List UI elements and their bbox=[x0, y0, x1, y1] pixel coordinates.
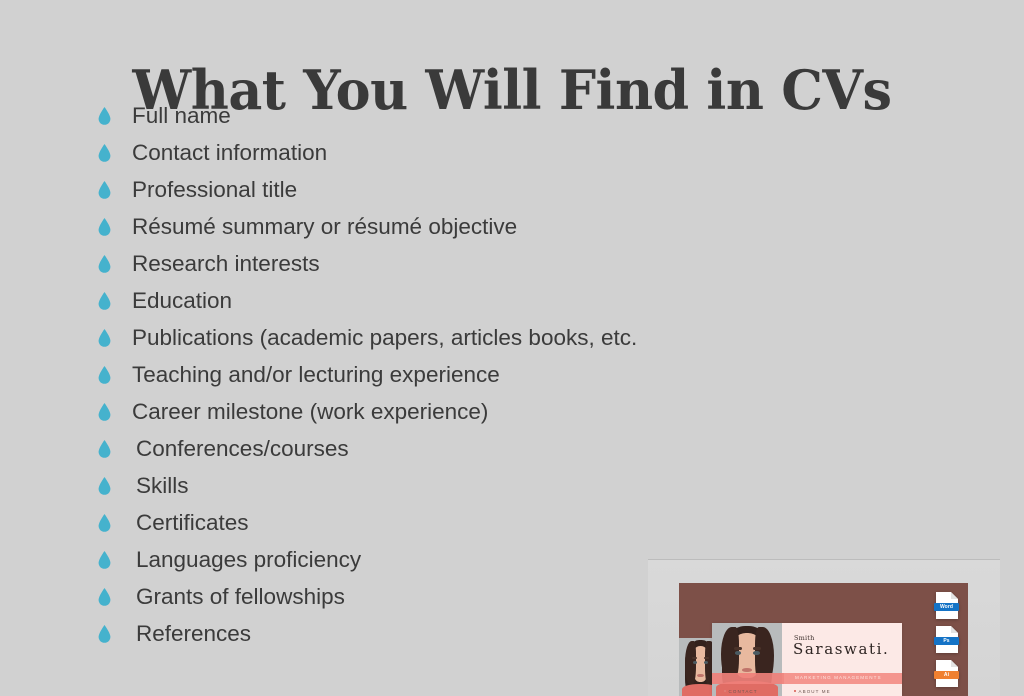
water-drop-bullet-icon bbox=[98, 440, 111, 458]
list-item-label: Education bbox=[132, 288, 233, 313]
preview-role-text: MARKETING MANAGEMENTS bbox=[795, 675, 882, 680]
preview-section-about: ABOUT ME bbox=[794, 689, 831, 694]
water-drop-bullet-icon bbox=[98, 588, 111, 606]
list-item-label: Career milestone (work experience) bbox=[132, 399, 489, 424]
preview-role-bar: MARKETING MANAGEMENTS bbox=[784, 673, 902, 684]
list-item-label: Skills bbox=[136, 473, 189, 498]
file-format-chip: Ai bbox=[934, 660, 959, 687]
file-format-chip: Word bbox=[934, 592, 959, 619]
list-item-label: Publications (academic papers, articles … bbox=[132, 325, 638, 350]
list-item: Skills bbox=[98, 473, 958, 510]
list-item-label: Grants of fellowships bbox=[136, 584, 345, 609]
list-item-label: Certificates bbox=[136, 510, 249, 535]
list-item: Research interests bbox=[98, 251, 958, 288]
list-item: Certificates bbox=[98, 510, 958, 547]
page-fold-icon bbox=[950, 592, 958, 600]
preview-section-about-label: ABOUT ME bbox=[798, 689, 831, 694]
list-item: Career milestone (work experience) bbox=[98, 399, 958, 436]
list-item-label: Résumé summary or résumé objective bbox=[132, 214, 518, 239]
list-item-label: References bbox=[136, 621, 252, 646]
list-item: Résumé summary or résumé objective bbox=[98, 214, 958, 251]
preview-last-name: Saraswati. bbox=[793, 640, 890, 658]
water-drop-bullet-icon bbox=[98, 107, 111, 125]
portrait-illustration bbox=[712, 623, 782, 696]
preview-accent-swash bbox=[712, 673, 784, 684]
bullet-dot-icon bbox=[724, 690, 726, 692]
water-drop-bullet-icon bbox=[98, 292, 111, 310]
resume-template-preview[interactable]: Smith Saraswati. MARKETING MANAGEMENTS C… bbox=[648, 559, 1000, 696]
preview-backdrop-card: Smith Saraswati. MARKETING MANAGEMENTS C… bbox=[679, 583, 968, 696]
preview-resume-document: Smith Saraswati. MARKETING MANAGEMENTS C… bbox=[712, 623, 902, 696]
preview-section-contact-label: CONTACT bbox=[728, 689, 758, 694]
preview-name-block: Smith Saraswati. bbox=[784, 623, 902, 673]
list-item-label: Research interests bbox=[132, 251, 320, 276]
water-drop-bullet-icon bbox=[98, 403, 111, 421]
list-item-label: Teaching and/or lecturing experience bbox=[132, 362, 500, 387]
preview-section-contact: CONTACT bbox=[724, 689, 758, 694]
list-item: Full name bbox=[98, 103, 958, 140]
water-drop-bullet-icon bbox=[98, 329, 111, 347]
water-drop-bullet-icon bbox=[98, 551, 111, 569]
water-drop-bullet-icon bbox=[98, 514, 111, 532]
list-item-label: Languages proficiency bbox=[136, 547, 362, 572]
water-drop-bullet-icon bbox=[98, 477, 111, 495]
file-format-chip: Ps bbox=[934, 626, 959, 653]
list-item-label: Conferences/courses bbox=[136, 436, 349, 461]
water-drop-bullet-icon bbox=[98, 218, 111, 236]
list-item: Conferences/courses bbox=[98, 436, 958, 473]
water-drop-bullet-icon bbox=[98, 144, 111, 162]
list-item: Contact information bbox=[98, 140, 958, 177]
list-item: Education bbox=[98, 288, 958, 325]
list-item: Professional title bbox=[98, 177, 958, 214]
slide-canvas: What You Will Find in CVs Full name Conta… bbox=[0, 0, 1024, 696]
list-item-label: Contact information bbox=[132, 140, 328, 165]
preview-primary-portrait bbox=[712, 623, 782, 696]
water-drop-bullet-icon bbox=[98, 255, 111, 273]
list-item: Teaching and/or lecturing experience bbox=[98, 362, 958, 399]
page-fold-icon bbox=[950, 626, 958, 634]
file-format-label: Ps bbox=[934, 637, 959, 646]
list-item-label: Full name bbox=[132, 103, 231, 128]
file-format-chip-list: Word Ps Ai bbox=[934, 592, 962, 694]
file-format-label: Ai bbox=[934, 671, 959, 680]
list-item: Publications (academic papers, articles … bbox=[98, 325, 958, 362]
water-drop-bullet-icon bbox=[98, 625, 111, 643]
bullet-dot-icon bbox=[794, 690, 796, 692]
page-fold-icon bbox=[950, 660, 958, 668]
water-drop-bullet-icon bbox=[98, 366, 111, 384]
water-drop-bullet-icon bbox=[98, 181, 111, 199]
file-format-label: Word bbox=[934, 603, 959, 612]
list-item-label: Professional title bbox=[132, 177, 298, 202]
